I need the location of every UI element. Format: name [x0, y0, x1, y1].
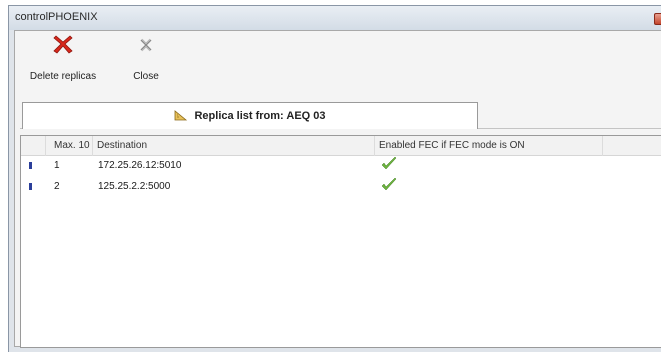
client-area: Delete replicas Close Replica list from:… — [14, 30, 661, 348]
row-marker — [29, 183, 32, 190]
row-marker — [29, 162, 32, 169]
replica-table: Max. 10 Destination Enabled FEC if FEC m… — [20, 135, 661, 348]
app-window: controlPHOENIX Delete replicas Close Rep… — [8, 5, 661, 352]
row-destination: 172.25.26.12:5010 — [98, 160, 182, 171]
delete-replicas-button[interactable]: Delete replicas — [23, 31, 103, 91]
column-header-destination[interactable]: Destination — [93, 136, 375, 156]
column-header-max[interactable]: Max. 10 — [46, 136, 93, 156]
ruler-icon — [174, 109, 188, 124]
toolbar: Delete replicas Close — [15, 31, 661, 95]
title-bar[interactable]: controlPHOENIX — [9, 6, 661, 30]
fec-check-icon[interactable] — [381, 177, 397, 196]
window-title: controlPHOENIX — [15, 11, 98, 23]
close-button[interactable]: Close — [122, 31, 170, 91]
delete-replicas-label: Delete replicas — [29, 71, 97, 82]
column-header-marker[interactable] — [21, 136, 46, 156]
column-header-filler — [603, 136, 661, 156]
table-header: Max. 10 Destination Enabled FEC if FEC m… — [21, 136, 661, 156]
window-close-icon[interactable] — [654, 13, 661, 25]
fec-check-icon[interactable] — [381, 156, 397, 175]
row-index: 1 — [54, 160, 60, 171]
row-destination: 125.25.2.2:5000 — [98, 181, 171, 192]
row-index: 2 — [54, 181, 60, 192]
close-x-icon — [137, 33, 155, 57]
close-label: Close — [133, 71, 159, 82]
table-row[interactable]: 1 172.25.26.12:5010 — [21, 156, 661, 178]
tab-bar: Replica list from: AEQ 03 — [20, 98, 661, 129]
red-x-icon — [52, 33, 74, 58]
tab-label: Replica list from: AEQ 03 — [194, 110, 326, 122]
column-header-fec[interactable]: Enabled FEC if FEC mode is ON — [375, 136, 603, 156]
table-row[interactable]: 2 125.25.2.2:5000 — [21, 177, 661, 199]
tab-replica-list[interactable]: Replica list from: AEQ 03 — [22, 102, 478, 129]
